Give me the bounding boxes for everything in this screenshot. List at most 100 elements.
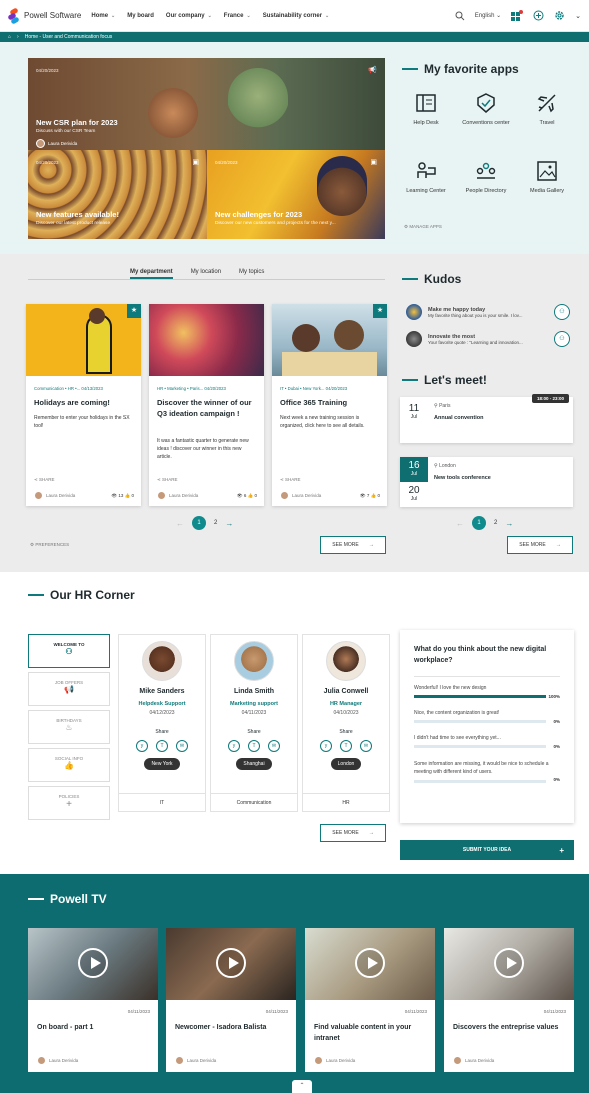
app-people-directory[interactable]: People Directory [456,160,516,194]
mail-icon[interactable]: ✉ [176,740,188,752]
event-card[interactable]: 11 Jul 18:00 - 23:00 ⚲ Paris Annual conve… [400,394,573,443]
kudo-item[interactable]: Make me happy today My favorite thing abo… [406,304,570,320]
yammer-icon[interactable]: y [136,740,148,752]
search-icon[interactable] [455,11,465,21]
hero-right-date: 04/20/2023 [215,160,238,165]
manage-apps-link[interactable]: ⚙ MANAGE APPS [404,224,442,230]
author-name: Laura Derivida [169,493,199,498]
teams-icon[interactable]: T [248,740,260,752]
author-name: Laura Derivida [326,1058,356,1063]
hero-right-tile[interactable]: 04/20/2023 ▣ New challenges for 2023 Dis… [207,150,385,239]
poll-option[interactable]: Nice, the content organization is great!… [414,710,560,724]
poll-option[interactable]: Some information are missing, it would b… [414,760,560,783]
hr-tab-job-offers[interactable]: JOB OFFERS 📢 [28,672,110,706]
app-help-desk[interactable]: Help Desk [396,92,456,126]
tab-my-topics[interactable]: My topics [239,269,264,279]
nav-home[interactable]: Home ⌄ [91,13,115,19]
add-icon[interactable] [533,10,544,21]
see-more-button[interactable]: SEE MORE → [507,536,573,554]
hr-tab-policies[interactable]: POLICIES + [28,786,110,820]
arrow-left-icon[interactable]: ← [456,519,464,528]
person-card[interactable]: Julia Conwell HR Manager 04/10/2023 Shar… [302,634,390,812]
chevron-down-icon[interactable]: ⌄ [575,12,581,20]
gear-icon[interactable] [554,10,565,21]
hr-tab-birthdays[interactable]: BIRTHDAYS ♨ [28,710,110,744]
arrow-left-icon[interactable]: ← [176,519,184,528]
see-more-button[interactable]: SEE MORE → [320,824,386,842]
arrow-right-icon: → [368,830,374,836]
person-date: 04/11/2023 [241,710,267,716]
plus-icon: + [559,845,564,855]
play-icon[interactable] [78,948,108,978]
tab-my-location[interactable]: My location [191,269,221,279]
hr-tab-social-info[interactable]: SOCIAL INFO 👍 [28,748,110,782]
tab-my-department[interactable]: My department [130,269,173,279]
video-card[interactable]: 04/11/2023 Find valuable content in your… [305,928,435,1072]
share-button[interactable]: ⋖ SHARE [280,477,301,483]
author-name: Laura Derivida [46,493,76,498]
chevron-down-icon: ⌄ [111,12,116,19]
yammer-icon[interactable]: y [228,740,240,752]
page-1[interactable]: 1 [472,516,486,530]
news-card[interactable]: ★ IT • Dubai • New York... 04/20/2023 Of… [272,304,387,506]
kudo-item[interactable]: Innovate the most Your favorite quote : "… [406,331,570,347]
share-button[interactable]: ⋖ SHARE [34,477,55,483]
teams-icon[interactable]: T [156,740,168,752]
video-date: 04/11/2023 [265,1009,288,1014]
kudo-send-button[interactable]: ⚇ [554,331,570,347]
star-icon[interactable]: ★ [373,304,387,318]
kudo-send-button[interactable]: ⚇ [554,304,570,320]
play-icon[interactable] [216,948,246,978]
arrow-right-icon[interactable]: → [505,519,513,528]
event-card[interactable]: 16 Jul 20 Jul ⚲ London New tools conferenc… [400,457,573,507]
hr-tab-welcome[interactable]: WELCOME TO ⚇ [28,634,110,668]
title-dash [28,898,44,900]
hero-main-tile[interactable]: 04/20/2023 📢 New CSR plan for 2023 Discu… [28,58,385,150]
share-button[interactable]: ⋖ SHARE [157,477,178,483]
play-icon[interactable] [494,948,524,978]
person-card[interactable]: Linda Smith Marketing support 04/11/2023… [210,634,298,812]
app-conventions-center[interactable]: Conventions center [456,92,516,126]
page-2[interactable]: 2 [494,520,497,526]
home-icon[interactable]: ⌂ [8,34,11,40]
yammer-icon[interactable]: y [320,740,332,752]
tabs-divider [28,279,385,280]
card-desc: Next week a new training session is orga… [280,415,365,429]
poll-option-text: Nice, the content organization is great! [414,710,500,716]
video-card[interactable]: 04/11/2023 Discovers the entreprise valu… [444,928,574,1072]
app-media-gallery[interactable]: Media Gallery [517,160,577,194]
page-1[interactable]: 1 [192,516,206,530]
mail-icon[interactable]: ✉ [360,740,372,752]
play-icon[interactable] [355,948,385,978]
brand-logo[interactable]: Powell Software [7,6,81,25]
video-card[interactable]: 04/11/2023 On board - part 1 Laura Deriv… [28,928,158,1072]
nav-sustainability[interactable]: Sustainability corner ⌄ [263,13,330,19]
video-card[interactable]: 04/11/2023 Newcomer - Isadora Balista La… [166,928,296,1072]
nav-france[interactable]: France ⌄ [224,13,251,19]
breadcrumb-text[interactable]: Home - User and Communication focus [25,34,113,40]
nav-my-board[interactable]: My board [127,13,154,19]
apps-grid-icon[interactable] [511,9,524,22]
event-title: New tools conference [434,475,491,481]
person-card[interactable]: Mike Sanders Helpdesk Support 04/12/2023… [118,634,206,812]
submit-idea-button[interactable]: SUBMIT YOUR IDEA + [400,840,574,860]
app-travel[interactable]: Travel [517,92,577,126]
hero-left-tile[interactable]: 04/20/2023 ▣ New features available! Dis… [28,150,207,239]
arrow-right-icon[interactable]: → [225,519,233,528]
poll-option[interactable]: Wonderful! I love the new design 100% [414,685,560,699]
app-label: Conventions center [462,120,510,126]
preferences-link[interactable]: ⚙ PREFERENCES [30,542,69,548]
see-more-button[interactable]: SEE MORE → [320,536,386,554]
settings-icon: ⚙ [404,224,409,229]
star-icon[interactable]: ★ [127,304,141,318]
app-learning-center[interactable]: Learning Center [396,160,456,194]
page-2[interactable]: 2 [214,520,217,526]
back-to-top-button[interactable]: ⌃ [292,1080,312,1093]
poll-option[interactable]: I didn't had time to see everything yet.… [414,735,560,749]
teams-icon[interactable]: T [340,740,352,752]
news-card[interactable]: HR • Marketing • Paris... 04/20/2023 Dis… [149,304,264,506]
language-selector[interactable]: English ⌄ [475,12,501,19]
mail-icon[interactable]: ✉ [268,740,280,752]
nav-our-company[interactable]: Our company ⌄ [166,13,212,19]
news-card[interactable]: ★ Communication • HR •... 04/13/2023 Hol… [26,304,141,506]
